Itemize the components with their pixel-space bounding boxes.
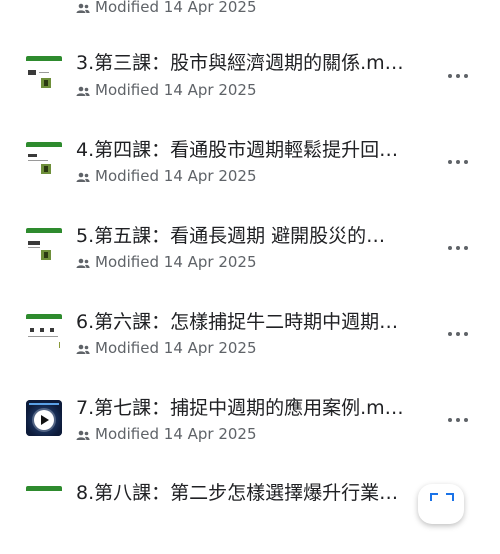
list-item[interactable]: 7.第七課：捕捉中週期的應用案例.m… Modified 14 Apr 2025 — [0, 382, 500, 468]
file-list: Modified 14 Apr 2025 3.第三課：股市與經濟週期的關係.m…… — [0, 0, 500, 522]
file-thumbnail — [26, 56, 62, 92]
modified-info: Modified 14 Apr 2025 — [76, 0, 257, 17]
more-vert-icon[interactable] — [446, 234, 474, 262]
modified-text: Modified 14 Apr 2025 — [95, 167, 257, 185]
file-title: 3.第三課：股市與經濟週期的關係.m… — [76, 52, 404, 74]
modified-text: Modified 14 Apr 2025 — [95, 339, 257, 357]
scan-button[interactable] — [418, 484, 464, 524]
people-icon — [76, 430, 90, 440]
people-icon — [76, 86, 90, 96]
more-vert-icon[interactable] — [446, 320, 474, 348]
list-item[interactable]: 5.第五課：看通長週期 避開股災的… Modified 14 Apr 2025 — [0, 210, 500, 296]
people-icon — [76, 172, 90, 182]
modified-info: Modified 14 Apr 2025 — [76, 252, 257, 272]
people-icon — [76, 258, 90, 268]
file-thumbnail — [26, 228, 62, 264]
people-icon — [76, 344, 90, 354]
file-title: 7.第七課：捕捉中週期的應用案例.m… — [76, 397, 404, 419]
more-vert-icon[interactable] — [446, 148, 474, 176]
modified-info: Modified 14 Apr 2025 — [76, 338, 257, 358]
modified-text: Modified 14 Apr 2025 — [95, 0, 257, 16]
modified-text: Modified 14 Apr 2025 — [95, 425, 257, 443]
modified-text: Modified 14 Apr 2025 — [95, 253, 257, 271]
file-thumbnail — [26, 486, 62, 522]
people-icon — [76, 3, 90, 13]
file-thumbnail — [26, 314, 62, 350]
file-thumbnail — [26, 142, 62, 178]
more-vert-icon[interactable] — [446, 406, 474, 434]
list-item[interactable]: 6.第六課：怎樣捕捉牛二時期中週期… Modified 14 Apr 2025 — [0, 296, 500, 382]
file-title: 4.第四課：看通股市週期輕鬆提升回… — [76, 139, 399, 161]
modified-info: Modified 14 Apr 2025 — [76, 424, 257, 444]
list-item[interactable]: Modified 14 Apr 2025 — [0, 0, 500, 17]
list-item[interactable]: 4.第四課：看通股市週期輕鬆提升回… Modified 14 Apr 2025 — [0, 124, 500, 210]
modified-info: Modified 14 Apr 2025 — [76, 80, 257, 100]
video-thumbnail — [26, 400, 62, 436]
more-vert-icon[interactable] — [446, 62, 474, 90]
list-item[interactable]: 3.第三課：股市與經濟週期的關係.m… Modified 14 Apr 2025 — [0, 38, 500, 124]
file-title: 8.第八課：第二步怎樣選擇爆升行業… — [76, 482, 399, 504]
play-icon — [34, 410, 54, 430]
file-title: 6.第六課：怎樣捕捉牛二時期中週期… — [76, 311, 399, 333]
modified-text: Modified 14 Apr 2025 — [95, 81, 257, 99]
modified-info: Modified 14 Apr 2025 — [76, 166, 257, 186]
file-title: 5.第五課：看通長週期 避開股災的… — [76, 225, 386, 247]
